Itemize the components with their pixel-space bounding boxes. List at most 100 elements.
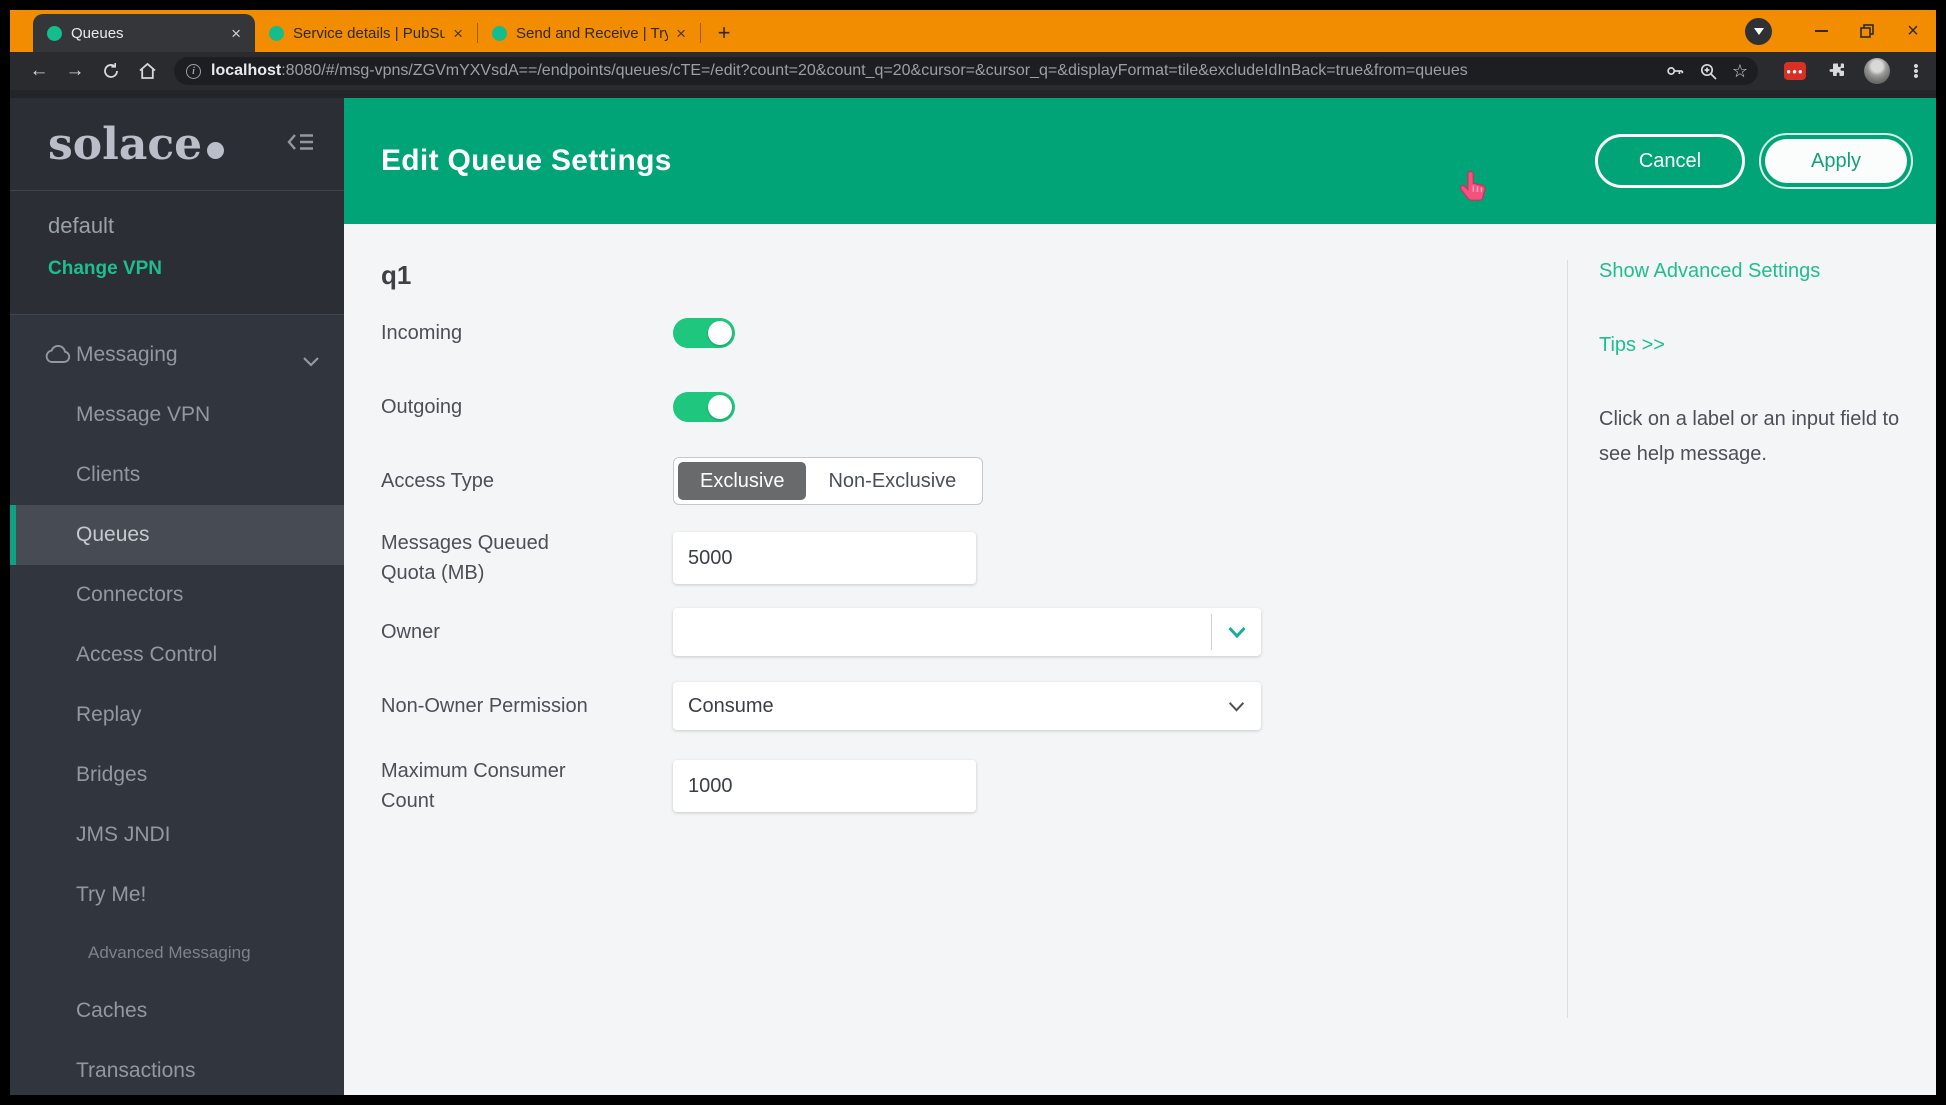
main-panel: Edit Queue Settings Cancel Apply q1 Inco (344, 98, 1936, 1095)
url-text: localhost:8080/#/msg-vpns/ZGVmYXVsdA==/e… (211, 62, 1651, 80)
tab-close-icon[interactable]: × (229, 25, 243, 42)
sidebar: solace default Change VPN Messaging (10, 98, 344, 1095)
sidebar-item-replay[interactable]: Replay (10, 685, 344, 745)
mouse-cursor-icon (1459, 170, 1489, 211)
zoom-icon[interactable] (1699, 62, 1718, 81)
url-path: :8080/#/msg-vpns/ZGVmYXVsdA==/endpoints/… (281, 62, 1467, 79)
permission-value: Consume (688, 695, 774, 718)
permission-label: Non-Owner Permission (381, 691, 673, 721)
browser-menu-icon[interactable]: ••• (1906, 64, 1926, 79)
tab-favicon (47, 26, 62, 41)
tab-title: Send and Receive | Try Me! (516, 25, 668, 42)
tab-favicon (492, 26, 507, 41)
sidebar-nav: Messaging Message VPN Clients Queues Con… (10, 315, 344, 1095)
solace-logo: solace (48, 119, 224, 170)
owner-label: Owner (381, 617, 673, 647)
row-outgoing: Outgoing (381, 380, 1561, 434)
incoming-label: Incoming (381, 318, 673, 348)
sidebar-item-queues[interactable]: Queues (10, 505, 344, 565)
tab-close-icon[interactable]: × (451, 25, 465, 42)
new-tab-button[interactable]: + (709, 18, 739, 48)
row-permission: Non-Owner Permission Consume (381, 682, 1561, 730)
chevron-down-icon (302, 349, 320, 373)
tab-title: Service details | PubSub+ Cloud (293, 25, 445, 42)
tab-separator (700, 23, 701, 43)
browser-titlebar: Queues × Service details | PubSub+ Cloud… (10, 10, 1936, 52)
restore-button[interactable] (1844, 10, 1890, 52)
tab-send-receive[interactable]: Send and Receive | Try Me! × (478, 14, 700, 52)
sidebar-item-access-control[interactable]: Access Control (10, 625, 344, 685)
max-consumer-label: Maximum Consumer Count (381, 756, 673, 816)
page-title: Edit Queue Settings (381, 144, 672, 178)
change-vpn-link[interactable]: Change VPN (48, 258, 162, 280)
forward-icon[interactable]: → (60, 56, 90, 86)
row-owner: Owner (381, 608, 1561, 656)
chevron-down-icon (1211, 682, 1261, 730)
permission-select[interactable]: Consume (673, 682, 1261, 730)
sidebar-item-connectors[interactable]: Connectors (10, 565, 344, 625)
access-type-segmented-control: Exclusive Non-Exclusive (673, 457, 983, 505)
vpn-name: default (48, 213, 344, 239)
sidebar-collapse-icon[interactable] (286, 131, 316, 158)
site-info-icon[interactable]: i (186, 64, 201, 79)
sidebar-item-try-me[interactable]: Try Me! (10, 865, 344, 925)
cloud-icon (44, 345, 71, 370)
row-quota: Messages Queued Quota (MB) 5000 (381, 528, 1561, 588)
chevron-down-icon[interactable] (1211, 614, 1261, 650)
access-type-option-non-exclusive[interactable]: Non-Exclusive (806, 462, 978, 500)
outgoing-label: Outgoing (381, 392, 673, 422)
vpn-block: default Change VPN (10, 191, 344, 315)
apply-button[interactable]: Apply (1765, 139, 1907, 183)
nav-section-messaging[interactable]: Messaging (10, 325, 344, 385)
close-button[interactable]: × (1890, 10, 1936, 52)
back-icon[interactable]: ← (24, 56, 54, 86)
max-consumer-input[interactable]: 1000 (673, 760, 976, 812)
password-key-icon[interactable] (1665, 61, 1685, 81)
sidebar-item-message-vpn[interactable]: Message VPN (10, 385, 344, 445)
logo-dot-icon (207, 142, 224, 159)
sidebar-item-bridges[interactable]: Bridges (10, 745, 344, 805)
show-advanced-settings-link[interactable]: Show Advanced Settings (1599, 260, 1820, 283)
window-controls: × (1745, 10, 1936, 52)
nav-section-label: Messaging (76, 343, 178, 367)
profile-avatar[interactable] (1864, 58, 1890, 84)
apply-button-ring: Apply (1759, 133, 1913, 189)
queue-form: q1 Incoming Outgoing Access Type Exclusi… (381, 260, 1561, 1095)
sidebar-item-caches[interactable]: Caches (10, 981, 344, 1041)
row-max-consumer: Maximum Consumer Count 1000 (381, 756, 1561, 816)
tab-queues[interactable]: Queues × (33, 14, 255, 52)
extensions-puzzle-icon[interactable] (1826, 61, 1846, 81)
tab-title: Queues (71, 25, 223, 42)
home-icon[interactable] (132, 56, 162, 86)
outgoing-toggle[interactable] (673, 392, 735, 422)
sidebar-item-clients[interactable]: Clients (10, 445, 344, 505)
tab-service-details[interactable]: Service details | PubSub+ Cloud × (255, 14, 477, 52)
queue-name: q1 (381, 260, 1561, 290)
minimize-button[interactable] (1798, 10, 1844, 52)
browser-toolbar: ← → i localhost:8080/#/msg-vpns/ZGVmYXVs… (10, 52, 1936, 90)
sidebar-item-transactions[interactable]: Transactions (10, 1041, 344, 1095)
tips-link[interactable]: Tips >> (1599, 334, 1665, 357)
tab-close-icon[interactable]: × (674, 25, 688, 42)
owner-select[interactable] (673, 608, 1261, 656)
incoming-toggle[interactable] (673, 318, 735, 348)
row-incoming: Incoming (381, 306, 1561, 360)
content-area: q1 Incoming Outgoing Access Type Exclusi… (344, 224, 1936, 1095)
tab-favicon (269, 26, 284, 41)
address-bar[interactable]: i localhost:8080/#/msg-vpns/ZGVmYXVsdA==… (174, 57, 1758, 85)
reload-icon[interactable] (96, 56, 126, 86)
help-panel: Show Advanced Settings Tips >> Click on … (1568, 260, 1935, 1095)
browser-update-badge[interactable] (1745, 18, 1772, 45)
sidebar-item-jms-jndi[interactable]: JMS JNDI (10, 805, 344, 865)
access-type-option-exclusive[interactable]: Exclusive (678, 462, 806, 500)
extension-red-icon[interactable]: ●●● (1784, 62, 1806, 80)
row-access-type: Access Type Exclusive Non-Exclusive (381, 454, 1561, 508)
cancel-button[interactable]: Cancel (1595, 134, 1745, 188)
quota-label: Messages Queued Quota (MB) (381, 528, 673, 588)
toggle-knob (708, 321, 732, 345)
bookmark-star-icon[interactable]: ☆ (1732, 61, 1748, 82)
help-text: Click on a label or an input field to se… (1599, 402, 1935, 472)
browser-window: Queues × Service details | PubSub+ Cloud… (10, 10, 1936, 1095)
page-header: Edit Queue Settings Cancel Apply (344, 98, 1936, 224)
quota-input[interactable]: 5000 (673, 532, 976, 584)
